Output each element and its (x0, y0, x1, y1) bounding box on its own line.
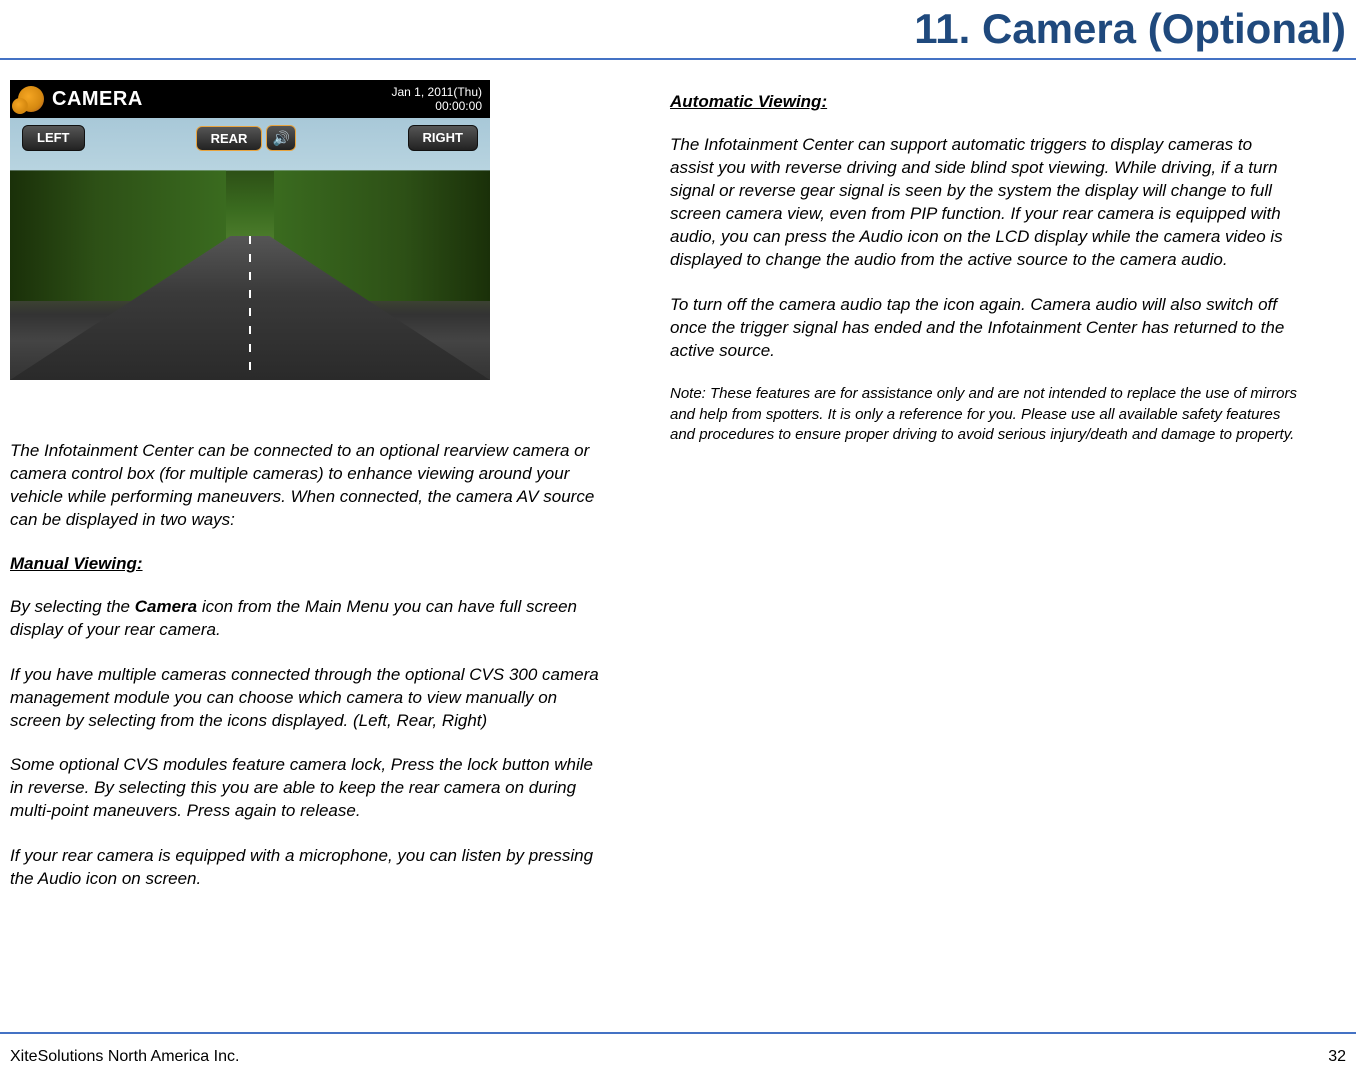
camera-date: Jan 1, 2011(Thu) (392, 85, 483, 99)
camera-time: 00:00:00 (392, 99, 483, 113)
manual-p3: Some optional CVS modules feature camera… (10, 754, 600, 823)
camera-right-button[interactable]: RIGHT (408, 125, 478, 151)
camera-left-button[interactable]: LEFT (22, 125, 85, 151)
safety-note: Note: These features are for assistance … (670, 384, 1300, 445)
camera-header-label: CAMERA (52, 88, 143, 111)
manual-p4: If your rear camera is equipped with a m… (10, 845, 600, 891)
camera-icon (18, 86, 44, 112)
auto-p2: To turn off the camera audio tap the ico… (670, 294, 1300, 363)
manual-p1: By selecting the Camera icon from the Ma… (10, 596, 600, 642)
content-area: CAMERA Jan 1, 2011(Thu) 00:00:00 LEFT RE… (0, 80, 1356, 913)
manual-p2: If you have multiple cameras connected t… (10, 664, 600, 733)
title-divider (0, 58, 1356, 60)
page-title: 11. Camera (Optional) (0, 0, 1356, 58)
auto-p1: The Infotainment Center can support auto… (670, 134, 1300, 272)
manual-viewing-heading: Manual Viewing: (10, 554, 600, 574)
footer: XiteSolutions North America Inc. 32 (10, 1048, 1346, 1066)
intro-paragraph: The Infotainment Center can be connected… (10, 440, 600, 532)
camera-rear-button[interactable]: REAR (196, 126, 263, 151)
camera-bold: Camera (135, 597, 197, 616)
camera-video-area: LEFT REAR 🔊 RIGHT (10, 118, 490, 380)
left-column: CAMERA Jan 1, 2011(Thu) 00:00:00 LEFT RE… (10, 80, 600, 913)
camera-audio-button[interactable]: 🔊 (266, 125, 296, 151)
page-number: 32 (1328, 1048, 1346, 1066)
footer-company: XiteSolutions North America Inc. (10, 1048, 239, 1066)
footer-divider (0, 1032, 1356, 1034)
right-column: Automatic Viewing: The Infotainment Cent… (670, 80, 1300, 913)
speaker-icon: 🔊 (273, 130, 290, 147)
automatic-viewing-heading: Automatic Viewing: (670, 92, 1300, 112)
camera-screenshot: CAMERA Jan 1, 2011(Thu) 00:00:00 LEFT RE… (10, 80, 490, 380)
camera-header: CAMERA Jan 1, 2011(Thu) 00:00:00 (10, 80, 490, 118)
